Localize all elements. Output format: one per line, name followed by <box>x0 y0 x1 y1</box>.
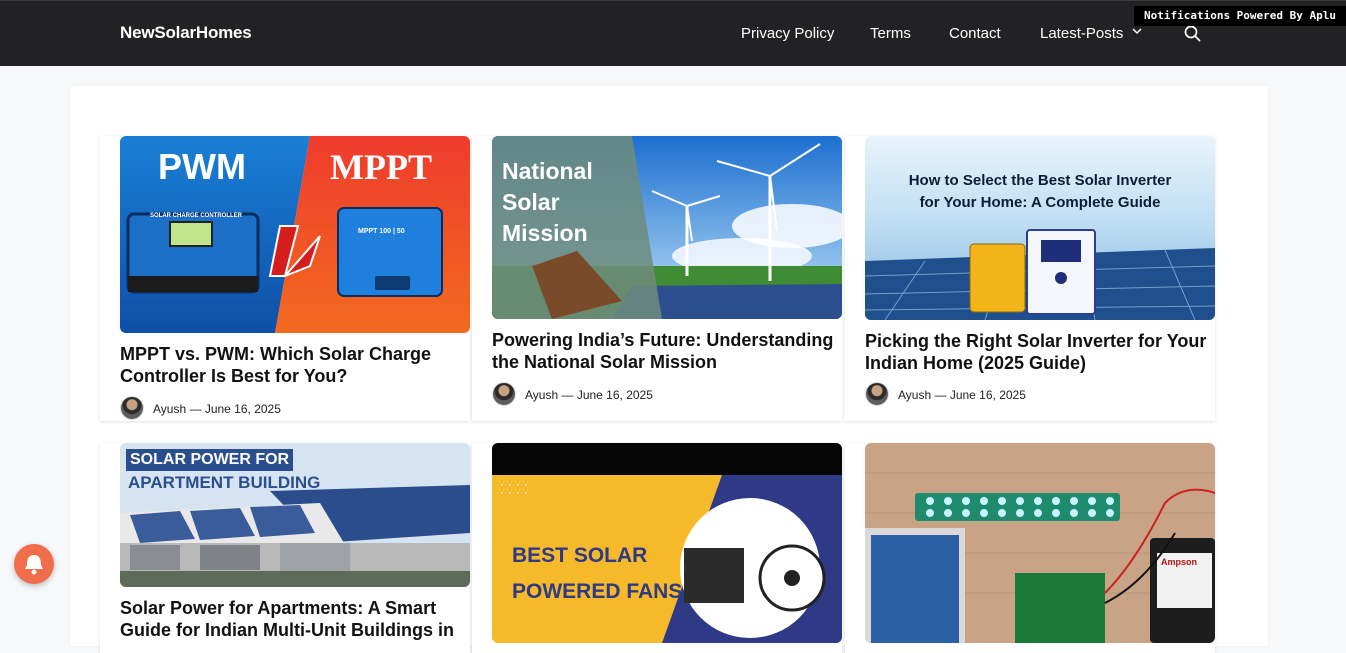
author-avatar[interactable] <box>865 382 889 406</box>
thumb-text-mppt: MPPT <box>330 147 432 187</box>
author-name[interactable]: Ayush <box>525 388 558 402</box>
notifications-powered-bar[interactable]: Notifications Powered By Aplu <box>1134 6 1346 26</box>
site-brand[interactable]: NewSolarHomes <box>120 23 252 43</box>
post-card[interactable]: SOLAR POWER FOR APARTMENT BUILDING Solar… <box>100 443 470 653</box>
post-byline: Ayush — June 16, 2025 <box>898 388 1026 402</box>
thumb-line: SOLAR POWER FOR <box>126 449 294 471</box>
byline-separator: — <box>189 402 202 416</box>
post-title[interactable]: Picking the Right Solar Inverter for You… <box>865 330 1215 374</box>
nav-latest-posts[interactable]: Latest-Posts <box>1040 25 1123 42</box>
bell-icon <box>25 555 43 575</box>
thumb-text-battery-brand: Ampson <box>1161 557 1197 567</box>
chevron-down-icon[interactable] <box>1132 26 1142 36</box>
thumb-line: for Your Home: A Complete Guide <box>919 194 1161 211</box>
post-title[interactable]: Powering India’s Future: Understanding t… <box>492 329 842 373</box>
post-byline: Ayush — June 16, 2025 <box>525 388 653 402</box>
post-date: June 16, 2025 <box>949 388 1026 402</box>
post-title[interactable]: Solar Power for Apartments: A Smart Guid… <box>120 597 470 641</box>
thumb-line: National <box>502 158 593 184</box>
post-card[interactable]: National Solar Mission Powering India’s … <box>472 136 842 421</box>
nav-terms[interactable]: Terms <box>870 25 911 42</box>
thumb-line: Mission <box>502 220 588 246</box>
post-thumbnail-solar-inverter[interactable]: How to Select the Best Solar Inverter fo… <box>865 136 1215 320</box>
notification-bell-button[interactable] <box>14 544 54 584</box>
post-title[interactable]: MPPT vs. PWM: Which Solar Charge Control… <box>120 343 470 387</box>
post-thumbnail-solar-led-circuit[interactable]: Ampson <box>865 443 1215 643</box>
byline-separator: — <box>561 388 574 402</box>
post-byline: Ayush — June 16, 2025 <box>153 402 281 416</box>
post-date: June 16, 2025 <box>576 388 653 402</box>
author-avatar[interactable] <box>120 396 144 420</box>
post-card[interactable]: BEST SOLAR POWERED FANS <box>472 443 842 653</box>
posts-container: PWM MPPT SOLAR CHARGE CONTROLLER MPPT 10… <box>70 86 1268 653</box>
author-avatar[interactable] <box>492 382 516 406</box>
byline-separator: — <box>934 388 947 402</box>
post-card[interactable]: How to Select the Best Solar Inverter fo… <box>845 136 1215 421</box>
post-thumbnail-mppt-pwm[interactable]: PWM MPPT SOLAR CHARGE CONTROLLER MPPT 10… <box>120 136 470 333</box>
thumb-line: Solar <box>502 189 560 215</box>
thumb-line: APARTMENT BUILDING <box>128 473 321 492</box>
post-card[interactable]: Ampson <box>845 443 1215 653</box>
thumb-line: How to Select the Best Solar Inverter <box>908 172 1172 189</box>
post-thumbnail-apartment-solar[interactable]: SOLAR POWER FOR APARTMENT BUILDING <box>120 443 470 587</box>
thumb-line: POWERED FANS <box>512 580 683 603</box>
thumb-text-controller-label: SOLAR CHARGE CONTROLLER <box>150 213 242 219</box>
thumb-text-solar-fans: BEST SOLAR POWERED FANS <box>512 538 682 610</box>
author-name[interactable]: Ayush <box>153 402 186 416</box>
post-date: June 16, 2025 <box>204 402 281 416</box>
nav-contact[interactable]: Contact <box>949 25 1001 42</box>
search-icon[interactable] <box>1184 25 1201 42</box>
post-thumbnail-solar-fans[interactable]: BEST SOLAR POWERED FANS <box>492 443 842 643</box>
thumb-line: BEST SOLAR <box>512 544 648 567</box>
post-card[interactable]: PWM MPPT SOLAR CHARGE CONTROLLER MPPT 10… <box>100 136 470 421</box>
post-thumbnail-national-solar-mission[interactable]: National Solar Mission <box>492 136 842 319</box>
author-name[interactable]: Ayush <box>898 388 931 402</box>
thumb-text-pwm: PWM <box>158 146 246 187</box>
thumb-text-national-solar-mission: National Solar Mission <box>502 156 593 249</box>
thumb-text-inverter-guide: How to Select the Best Solar Inverter fo… <box>865 170 1215 214</box>
thumb-text-mppt-model: MPPT 100 | 50 <box>358 228 405 235</box>
nav-privacy-policy[interactable]: Privacy Policy <box>741 25 834 42</box>
